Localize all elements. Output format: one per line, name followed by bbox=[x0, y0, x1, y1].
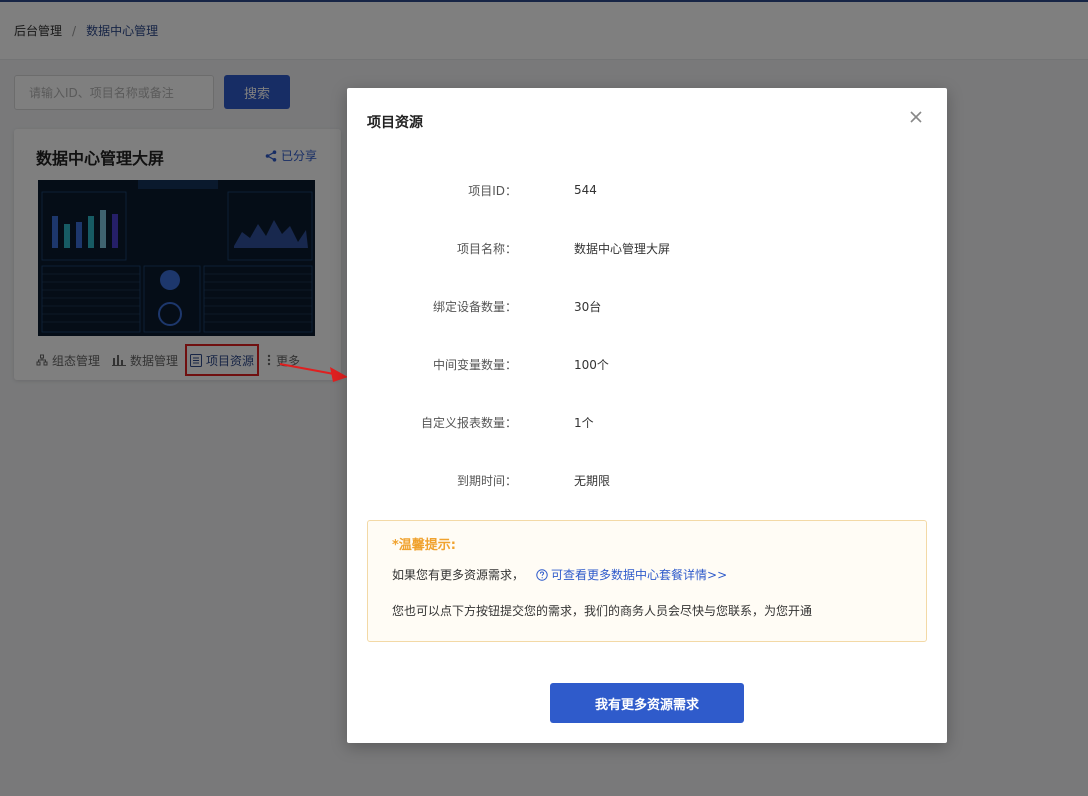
more-resources-button[interactable]: 我有更多资源需求 bbox=[550, 683, 744, 723]
field-value: 100个 bbox=[574, 357, 609, 372]
tip-title: *温馨提示: bbox=[392, 538, 456, 553]
field-label: 绑定设备数量： bbox=[432, 299, 517, 314]
tip-line1-text: 如果您有更多资源需求， bbox=[392, 568, 525, 582]
field-label: 项目ID： bbox=[468, 183, 517, 198]
modal-title: 项目资源 bbox=[367, 115, 423, 131]
tip-box: *温馨提示: 如果您有更多资源需求， 可查看更多数据中心套餐详情>> 您也可以点… bbox=[367, 520, 927, 642]
package-details-link[interactable]: 可查看更多数据中心套餐详情>> bbox=[536, 566, 727, 583]
field-label: 中间变量数量： bbox=[432, 357, 517, 372]
field-value: 1个 bbox=[574, 415, 594, 430]
info-row-device-count: 绑定设备数量： 30台 bbox=[347, 296, 947, 316]
field-label: 项目名称： bbox=[456, 241, 517, 256]
field-value: 544 bbox=[574, 183, 597, 197]
field-label: 到期时间： bbox=[456, 473, 517, 488]
tip-line2: 您也可以点下方按钮提交您的需求，我们的商务人员会尽快与您联系，为您开通 bbox=[392, 604, 813, 618]
field-value: 无期限 bbox=[574, 473, 611, 488]
close-icon bbox=[910, 111, 922, 123]
close-button[interactable] bbox=[905, 106, 927, 128]
project-resource-modal: 项目资源 项目ID： 544 项目名称： 数据中心管理大屏 绑定设备数量： 30… bbox=[347, 88, 947, 743]
package-details-link-text: 可查看更多数据中心套餐详情>> bbox=[551, 568, 728, 582]
info-row-variable-count: 中间变量数量： 100个 bbox=[347, 354, 947, 374]
info-row-report-count: 自定义报表数量： 1个 bbox=[347, 412, 947, 432]
help-circle-icon bbox=[536, 568, 548, 581]
tip-line1: 如果您有更多资源需求， 可查看更多数据中心套餐详情>> bbox=[392, 566, 727, 583]
info-row-expiry: 到期时间： 无期限 bbox=[347, 470, 947, 490]
info-row-project-id: 项目ID： 544 bbox=[347, 180, 947, 200]
info-row-project-name: 项目名称： 数据中心管理大屏 bbox=[347, 238, 947, 258]
field-value: 30台 bbox=[574, 299, 602, 314]
field-value: 数据中心管理大屏 bbox=[574, 241, 671, 256]
annotation-arrow-icon bbox=[279, 363, 348, 382]
field-label: 自定义报表数量： bbox=[420, 415, 517, 430]
